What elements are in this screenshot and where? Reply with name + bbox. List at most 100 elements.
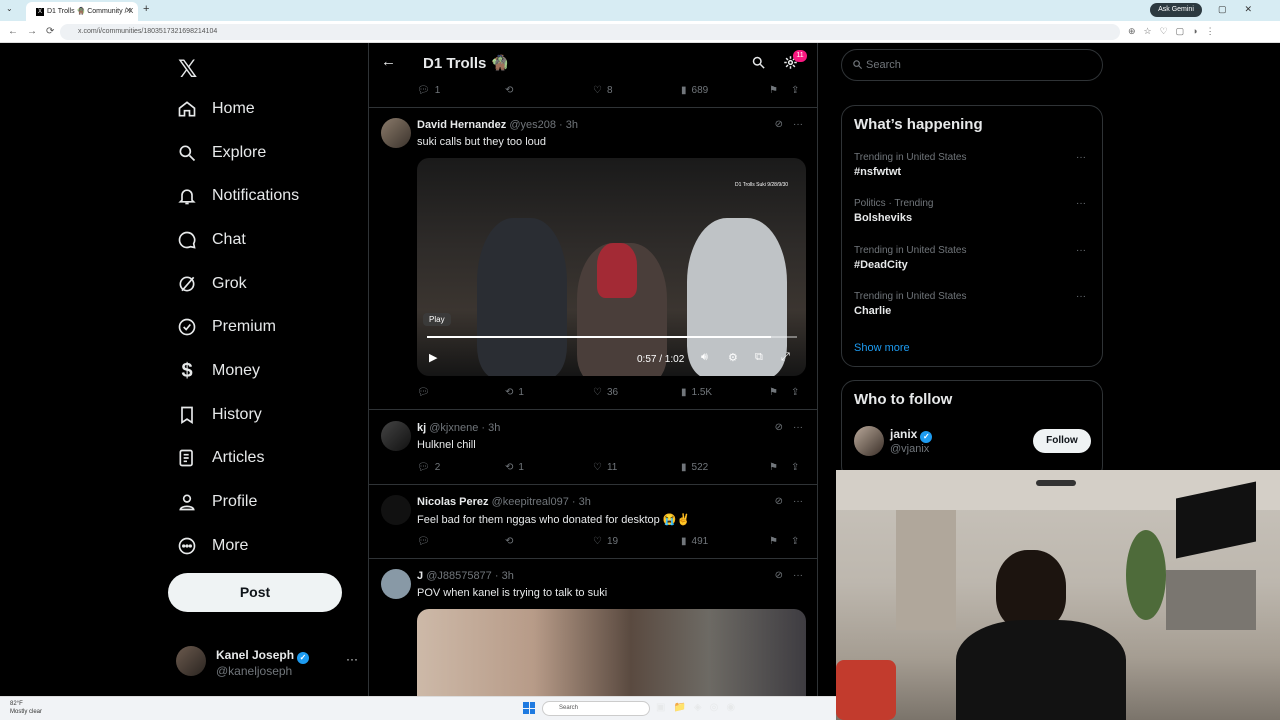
nav-explore[interactable]: Explore	[176, 135, 266, 171]
views-button[interactable]: ▮ 522	[681, 462, 708, 473]
nav-articles[interactable]: Articles	[176, 440, 264, 476]
share-button[interactable]: ⇪	[791, 387, 799, 398]
grok-icon[interactable]: ⊘	[775, 496, 783, 507]
browser-tab[interactable]: X D1 Trolls 🧌 Community / X ✕	[26, 2, 138, 21]
tweet-media[interactable]	[417, 609, 806, 696]
more-icon[interactable]: ···	[1076, 198, 1086, 209]
windows-start-icon[interactable]	[523, 702, 535, 714]
views-icon: ▮	[681, 85, 687, 96]
more-icon[interactable]: ···	[793, 422, 803, 433]
share-button[interactable]: ⇪	[791, 85, 799, 96]
grok-icon[interactable]: ⊘	[775, 119, 783, 130]
bookmark-button[interactable]: ⚑	[769, 85, 778, 96]
search-input[interactable]: Search	[841, 49, 1103, 81]
retweet-button[interactable]: ⟲ 1	[505, 387, 524, 398]
author-name[interactable]: David Hernandez	[417, 119, 506, 131]
nav-history[interactable]: History	[176, 397, 262, 433]
new-tab-icon[interactable]: +	[143, 3, 149, 15]
settings-icon[interactable]: ⚙	[728, 351, 738, 364]
like-button[interactable]: ♡ 19	[593, 536, 618, 547]
close-tab-icon[interactable]: ✕	[125, 6, 132, 15]
share-button[interactable]: ⇪	[791, 536, 799, 547]
avatar[interactable]	[854, 426, 884, 456]
search-icon[interactable]	[751, 55, 766, 75]
tweet[interactable]: kj @kjxnene · 3h ⊘ ··· Hulknel chill 💬︎ 2 …	[369, 411, 817, 485]
share-button[interactable]: ⇪	[791, 462, 799, 473]
tweet[interactable]: J @J88575877 · 3h ⊘ ··· POV when kanel is…	[369, 559, 817, 696]
url-field[interactable]: x.com/i/communities/1803517321698214104	[60, 24, 1120, 40]
more-icon[interactable]: ···	[793, 119, 803, 130]
taskbar-app-icons[interactable]: ▣📁◈◎◉	[656, 702, 743, 713]
more-icon[interactable]: ···	[1076, 291, 1086, 302]
retweet-button[interactable]: ⟲	[505, 536, 513, 547]
nav-money[interactable]: $ Money	[176, 353, 260, 389]
nav-more[interactable]: More	[176, 528, 248, 564]
bookmark-button[interactable]: ⚑	[769, 387, 778, 398]
tweet[interactable]: Nicolas Perez @keepitreal097 · 3h ⊘ ··· F…	[369, 485, 817, 559]
author-handle[interactable]: @keepitreal097	[492, 496, 569, 508]
author-name[interactable]: Nicolas Perez	[417, 496, 489, 508]
avatar[interactable]	[381, 421, 411, 451]
like-button[interactable]: ♡ 11	[593, 462, 617, 473]
nav-profile[interactable]: Profile	[176, 484, 257, 520]
more-icon[interactable]: ···	[793, 570, 803, 581]
x-logo-icon[interactable]: 𝕏	[178, 55, 197, 83]
author-name[interactable]: J	[417, 570, 423, 582]
views-button[interactable]: ▮ 491	[681, 536, 708, 547]
more-icon[interactable]: ···	[1076, 245, 1086, 256]
bookmark-button[interactable]: ⚑	[769, 462, 778, 473]
trend-item[interactable]: Trending in United States #nsfwtwt ···	[854, 152, 1094, 178]
nav-chat[interactable]: Chat	[176, 222, 246, 258]
window-controls[interactable]: –▢✕	[1195, 4, 1270, 15]
views-button[interactable]: ▮ 689	[681, 85, 708, 96]
nav-premium[interactable]: Premium	[176, 309, 276, 345]
account-more-icon[interactable]: ···	[346, 652, 358, 666]
video-progress-bar[interactable]	[427, 336, 797, 338]
trend-item[interactable]: Trending in United States #DeadCity ···	[854, 245, 1094, 271]
account-switcher[interactable]: Kanel Joseph ✓ @kaneljoseph ···	[176, 646, 366, 682]
account-name-row: Kanel Joseph ✓	[216, 648, 310, 664]
retweet-button[interactable]: ⟲	[505, 85, 513, 96]
weather-widget[interactable]: 82°F Mostly clear	[10, 700, 42, 716]
follow-button[interactable]: Follow	[1033, 429, 1091, 453]
retweet-button[interactable]: ⟲ 1	[505, 462, 524, 473]
tweet[interactable]: David Hernandez @yes208 · 3h ⊘ ··· suki c…	[369, 108, 817, 410]
reply-button[interactable]: 💬︎ 1	[417, 85, 440, 96]
tab-list-icon[interactable]: ⌄	[6, 4, 13, 13]
more-icon[interactable]: ···	[793, 496, 803, 507]
reply-button[interactable]: 💬︎ 2	[417, 462, 440, 473]
nav-notifications[interactable]: Notifications	[176, 178, 299, 214]
avatar[interactable]	[381, 569, 411, 599]
suggest-name-row[interactable]: janix ✓	[890, 427, 933, 443]
author-name[interactable]: kj	[417, 422, 426, 434]
grok-icon[interactable]: ⊘	[775, 422, 783, 433]
author-handle[interactable]: @yes208	[509, 119, 556, 131]
like-button[interactable]: ♡ 36	[593, 387, 618, 398]
play-icon[interactable]: ▶	[429, 351, 437, 364]
extension-icons[interactable]: ⊕☆♡▢◑⋮	[1128, 26, 1223, 37]
like-button[interactable]: ♡ 8	[593, 85, 613, 96]
video-player[interactable]: D1 Trolls Suki 9/28/9/30 Play ▶ 0:57 / 1…	[417, 158, 806, 376]
more-icon[interactable]: ···	[1076, 152, 1086, 163]
views-button[interactable]: ▮ 1.5K	[681, 387, 712, 398]
show-more-link[interactable]: Show more	[854, 342, 910, 354]
author-handle[interactable]: @J88575877	[426, 570, 492, 582]
author-handle[interactable]: @kjxnene	[429, 422, 478, 434]
bookmark-button[interactable]: ⚑	[769, 536, 778, 547]
pip-icon[interactable]: ⧉	[755, 351, 763, 364]
reply-button[interactable]: 💬︎	[417, 536, 430, 547]
back-arrow-icon[interactable]: ←	[381, 53, 396, 70]
post-button[interactable]: Post	[168, 573, 342, 612]
avatar[interactable]	[381, 495, 411, 525]
nav-grok[interactable]: Grok	[176, 266, 247, 302]
avatar[interactable]	[381, 118, 411, 148]
reply-button[interactable]: 💬︎	[417, 387, 435, 398]
trend-item[interactable]: Trending in United States Charlie ···	[854, 291, 1094, 317]
browser-nav-buttons[interactable]: ←→⟳	[8, 26, 63, 37]
taskbar-search[interactable]: Search	[542, 701, 650, 716]
grok-icon[interactable]: ⊘	[775, 570, 783, 581]
nav-home[interactable]: Home	[176, 91, 255, 127]
volume-icon[interactable]: 🔊︎	[701, 351, 708, 364]
trend-item[interactable]: Politics · Trending Bolsheviks ···	[854, 198, 1094, 224]
fullscreen-icon[interactable]: ⤢	[781, 351, 790, 364]
